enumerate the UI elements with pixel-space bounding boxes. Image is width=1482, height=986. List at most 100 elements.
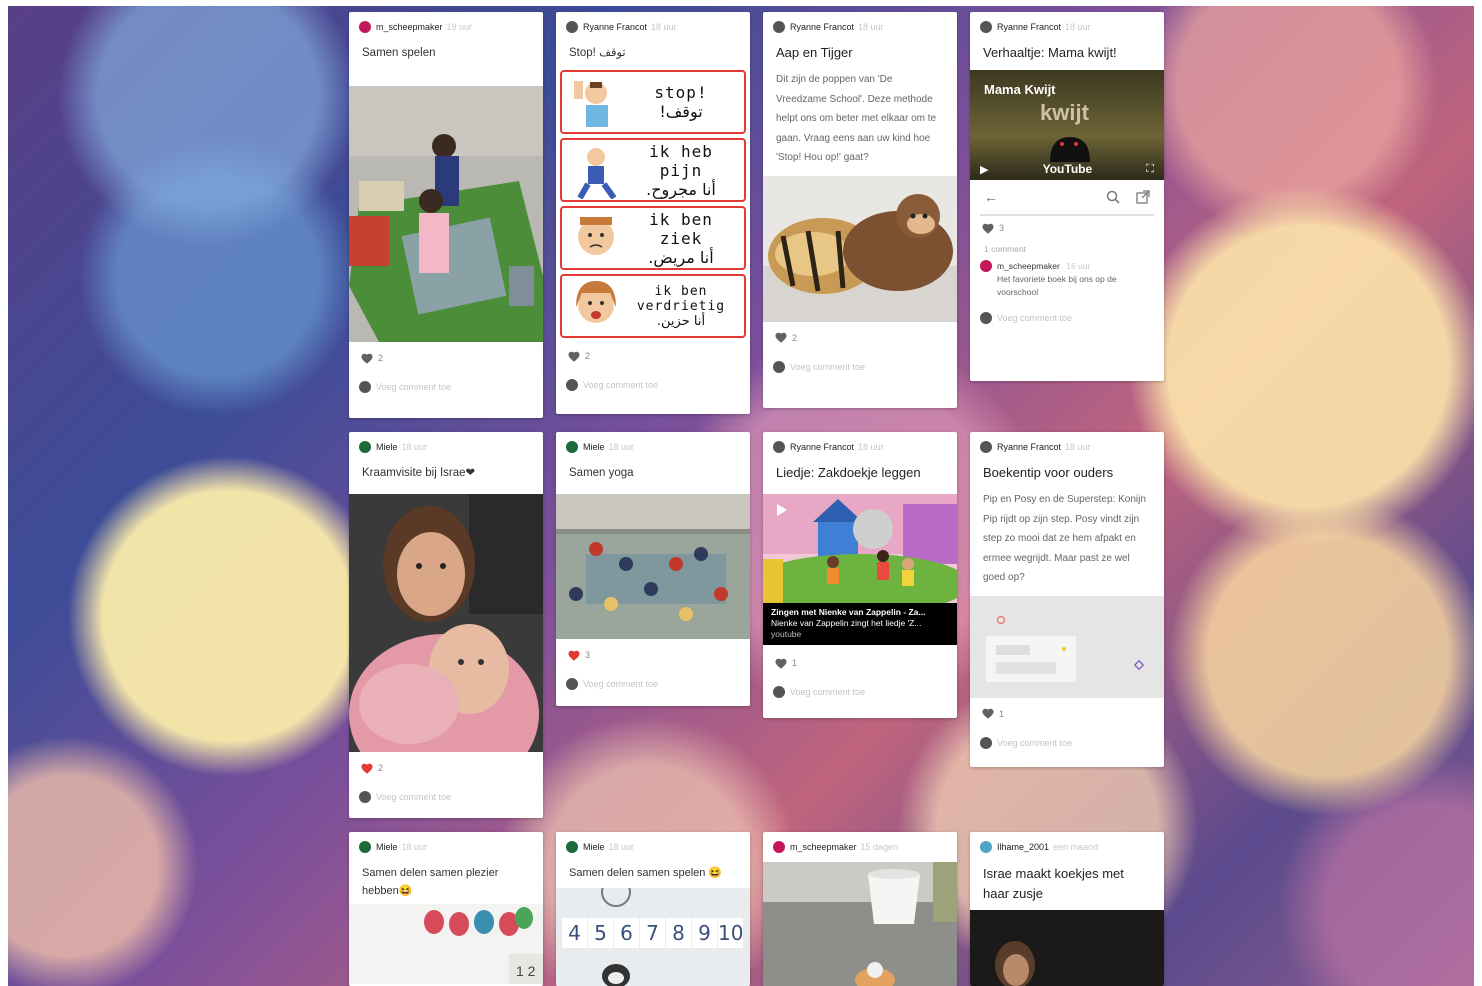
likes-row[interactable]: 2 [349, 344, 543, 372]
avatar[interactable] [566, 21, 578, 33]
avatar[interactable] [980, 21, 992, 33]
open-external-icon[interactable] [1136, 190, 1150, 204]
post-card[interactable]: Ryanne Francot 18 uur Verhaaltje: Mama k… [970, 12, 1164, 381]
add-comment[interactable]: Voeg comment toe [349, 372, 543, 402]
picto-card[interactable]: ik heb pijn أنا مجروح. [560, 138, 746, 202]
post-image[interactable] [349, 86, 543, 342]
avatar[interactable] [773, 21, 785, 33]
author-name[interactable]: Ryanne Francot [583, 22, 647, 32]
add-comment-placeholder[interactable]: Voeg comment toe [790, 687, 865, 697]
add-comment[interactable]: Voeg comment toe [556, 370, 750, 400]
avatar[interactable] [566, 441, 578, 453]
back-arrow-icon[interactable]: ← [984, 189, 998, 205]
add-comment[interactable]: Voeg comment toe [763, 352, 957, 382]
add-comment[interactable]: Voeg comment toe [970, 303, 1164, 333]
likes-row[interactable]: 1 [763, 649, 957, 677]
author-name[interactable]: Ilhame_2001 [997, 842, 1049, 852]
fullscreen-icon[interactable]: ⛶ [1146, 163, 1154, 176]
heart-icon[interactable] [568, 650, 580, 661]
author-name[interactable]: m_scheepmaker [790, 842, 857, 852]
avatar[interactable] [980, 841, 992, 853]
add-comment-placeholder[interactable]: Voeg comment toe [997, 313, 1072, 323]
picto-label-nl: ik heb pijn [649, 141, 713, 180]
post-card[interactable]: Miele 18 uur Kraamvisite bij Israe❤ 2 Vo… [349, 432, 543, 818]
author-name[interactable]: Ryanne Francot [997, 442, 1061, 452]
avatar[interactable] [359, 441, 371, 453]
avatar[interactable] [773, 841, 785, 853]
video-player[interactable]: Mama Kwijt kwijt ▶ YouTube ⛶ [970, 70, 1164, 180]
author-name[interactable]: m_scheepmaker [376, 22, 443, 32]
author-name[interactable]: Miele [583, 442, 605, 452]
post-image[interactable]: 1 2 [349, 904, 543, 984]
add-comment[interactable]: Voeg comment toe [556, 669, 750, 699]
heart-icon[interactable] [361, 353, 373, 364]
video-thumbnail[interactable] [763, 494, 957, 603]
comment-author[interactable]: m_scheepmaker [997, 261, 1060, 271]
post-card[interactable]: Miele 18 uur Samen delen samen spelen 😆 … [556, 832, 750, 986]
video-controls: ▶ YouTube ⛶ [970, 158, 1164, 180]
search-icon[interactable] [1106, 190, 1120, 204]
author-name[interactable]: Miele [583, 842, 605, 852]
post-image[interactable] [763, 862, 957, 986]
link-preview[interactable] [970, 595, 1164, 698]
add-comment[interactable]: Voeg comment toe [349, 782, 543, 812]
post-image[interactable] [763, 175, 957, 322]
add-comment-placeholder[interactable]: Voeg comment toe [997, 738, 1072, 748]
author-name[interactable]: Miele [376, 442, 398, 452]
video-caption[interactable]: Zingen met Nienke van Zappelin - Za... N… [763, 603, 957, 645]
heart-icon[interactable] [775, 332, 787, 343]
picto-card[interactable]: ik ben verdrietig أنا حزين. [560, 274, 746, 338]
post-card[interactable]: Miele 18 uur Samen delen samen plezier h… [349, 832, 543, 986]
avatar[interactable] [566, 841, 578, 853]
post-header: Ilhame_2001 een maand [970, 832, 1164, 862]
likes-row[interactable]: 2 [763, 324, 957, 352]
add-comment-placeholder[interactable]: Voeg comment toe [376, 382, 451, 392]
play-icon[interactable]: ▶ [980, 163, 988, 176]
add-comment[interactable]: Voeg comment toe [970, 728, 1164, 758]
post-card[interactable]: Miele 18 uur Samen yoga 3 Voeg comment t… [556, 432, 750, 706]
author-name[interactable]: Ryanne Francot [997, 22, 1061, 32]
avatar[interactable] [980, 441, 992, 453]
author-name[interactable]: Ryanne Francot [790, 442, 854, 452]
post-image[interactable]: 4 5 6 7 8 9 10 [556, 888, 750, 986]
likes-row[interactable]: 3 [970, 216, 1164, 240]
heart-icon[interactable] [982, 223, 994, 234]
add-comment-placeholder[interactable]: Voeg comment toe [790, 362, 865, 372]
post-time: 18 uur [401, 842, 428, 852]
post-card[interactable]: Ilhame_2001 een maand Israe maakt koekje… [970, 832, 1164, 986]
heart-icon[interactable] [775, 658, 787, 669]
author-name[interactable]: Ryanne Francot [790, 22, 854, 32]
like-count: 1 [792, 658, 798, 668]
post-card[interactable]: Ryanne Francot 18 uur Liedje: Zakdoekje … [763, 432, 957, 718]
likes-row[interactable]: 1 [970, 700, 1164, 728]
post-card[interactable]: Ryanne Francot 18 uur Stop! توقف stop! تو… [556, 12, 750, 414]
heart-icon[interactable] [568, 351, 580, 362]
avatar[interactable] [773, 441, 785, 453]
post-image[interactable] [556, 494, 750, 639]
avatar[interactable] [359, 841, 371, 853]
likes-row[interactable]: 2 [349, 754, 543, 782]
media-toolbar: ← [970, 180, 1164, 214]
likes-row[interactable]: 3 [556, 641, 750, 669]
heart-icon[interactable] [982, 708, 994, 719]
heart-icon[interactable] [361, 763, 373, 774]
picto-card[interactable]: stop! توقف! [560, 70, 746, 134]
post-card[interactable]: m_scheepmaker 15 dagen [763, 832, 957, 986]
youtube-logo[interactable]: YouTube [1043, 162, 1093, 176]
picto-card[interactable]: ik ben ziek أنا مريض. [560, 206, 746, 270]
post-image[interactable] [349, 494, 543, 752]
post-card[interactable]: Ryanne Francot 18 uur Aap en Tijger Dit … [763, 12, 957, 408]
add-comment[interactable]: Voeg comment toe [763, 677, 957, 707]
likes-row[interactable]: 2 [556, 342, 750, 370]
avatar[interactable] [980, 260, 992, 272]
post-card[interactable]: Ryanne Francot 18 uur Boekentip voor oud… [970, 432, 1164, 767]
author-name[interactable]: Miele [376, 842, 398, 852]
add-comment-placeholder[interactable]: Voeg comment toe [376, 792, 451, 802]
picto-list[interactable]: stop! توقف! ik heb pijn أنا مجروح. ik ben zi… [556, 70, 750, 338]
post-image[interactable] [970, 910, 1164, 986]
avatar[interactable] [359, 21, 371, 33]
add-comment-placeholder[interactable]: Voeg comment toe [583, 679, 658, 689]
add-comment-placeholder[interactable]: Voeg comment toe [583, 380, 658, 390]
comments-count[interactable]: 1 comment [970, 240, 1164, 260]
post-card[interactable]: m_scheepmaker 19 uur Samen spelen 2 Voeg… [349, 12, 543, 418]
